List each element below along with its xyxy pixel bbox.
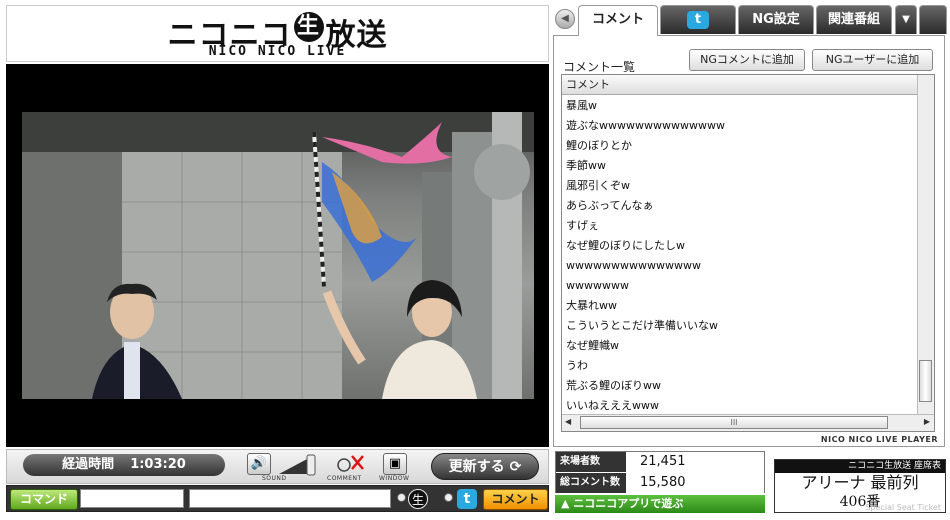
comment-list-panel: コメント一覧 NGコメントに追加 NGユーザーに追加 コメント 暴風w 遊ぶなw…	[553, 35, 945, 447]
window-icon[interactable]: ▣	[383, 453, 407, 475]
back-arrow-icon[interactable]: ◀	[555, 9, 575, 29]
scroll-left-arrow-icon[interactable]: ◀	[565, 417, 571, 426]
video-scene	[22, 112, 534, 399]
list-item[interactable]: こういうとこだけ準備いいなw	[566, 316, 718, 336]
command-button[interactable]: コマンド	[10, 489, 78, 510]
twitter-icon: t	[687, 11, 709, 29]
scroll-right-arrow-icon[interactable]: ▶	[924, 417, 930, 426]
list-item[interactable]: 風邪引くぞw	[566, 176, 630, 196]
radio-twitter[interactable]	[444, 493, 453, 502]
tab-comments[interactable]: コメント	[578, 5, 658, 36]
add-ng-user-button[interactable]: NGユーザーに追加	[812, 49, 933, 71]
list-item[interactable]: いいねえええwww	[566, 396, 659, 416]
seat-ticket[interactable]: ニコニコ生放送 座席表 アリーナ 最前列 406番 Special Seat T…	[774, 459, 946, 513]
send-comment-button[interactable]: コメント	[483, 489, 548, 510]
nico-app-link-label: ニコニコアプリで遊ぶ	[573, 497, 684, 510]
window-label: WINDOW	[379, 475, 410, 482]
logo-subtitle: NICO NICO LIVE	[208, 44, 347, 59]
logo-nama-mark: 生	[293, 12, 324, 42]
list-item[interactable]: あらぶってんなぁ	[566, 196, 653, 216]
video-player[interactable]	[6, 64, 549, 447]
volume-slider-icon[interactable]	[279, 454, 319, 476]
tab-ng-settings[interactable]: NG設定	[738, 5, 814, 34]
refresh-button[interactable]: 更新する ⟳	[431, 453, 539, 480]
player-control-bar: 経過時間 1:03:20 🔊 SOUND COMMENT ▣ WINDOW 更新す…	[6, 449, 549, 484]
list-item[interactable]: なぜ鯉幟w	[566, 336, 619, 356]
list-item[interactable]: wwwwwww	[566, 276, 629, 296]
comment-list-title: コメント一覧	[563, 60, 636, 74]
sound-toggle[interactable]: 🔊	[247, 453, 271, 475]
list-item[interactable]: 暴風w	[566, 96, 597, 116]
list-item[interactable]: wwwwwwwwwwwwwww	[566, 256, 701, 276]
nico-nico-live-logo: ニコニコ生放送 NICO NICO LIVE	[6, 5, 549, 62]
window-toggle[interactable]: ▣	[383, 453, 407, 475]
list-item[interactable]: 遊ぶなwwwwwwwwwwwwww	[566, 116, 725, 136]
ticket-seat: アリーナ 最前列	[801, 473, 919, 492]
comment-list-horizontal-scrollbar[interactable]: ◀ III ▶	[562, 414, 934, 431]
elapsed-label: 経過時間	[62, 457, 115, 472]
elapsed-time-display: 経過時間 1:03:20	[23, 454, 225, 476]
comment-off-icon[interactable]	[335, 453, 365, 475]
visitors-label: 来場者数	[556, 452, 626, 472]
horizontal-scroll-thumb[interactable]: III	[580, 416, 888, 429]
nama-icon: 生	[408, 489, 428, 509]
total-comments-label: 総コメント数	[556, 473, 626, 493]
video-frame	[22, 112, 534, 399]
tab-overflow[interactable]	[919, 5, 947, 34]
side-panel-tabs: ◀ コメント t NG設定 関連番組 ▼	[553, 5, 947, 36]
list-item[interactable]: うわ	[566, 356, 588, 376]
comment-input-bar: コマンド 生 t コメント	[6, 485, 549, 512]
comment-input[interactable]	[189, 489, 391, 508]
add-ng-comment-button[interactable]: NGコメントに追加	[689, 49, 805, 71]
sound-icon[interactable]: 🔊	[247, 453, 271, 475]
total-comments-count: 15,580	[626, 473, 764, 493]
list-item[interactable]: なぜ鯉のぼりにしたしw	[566, 236, 685, 256]
player-label: NICO NICO LIVE PLAYER	[820, 435, 938, 444]
command-input[interactable]	[80, 489, 184, 508]
list-item[interactable]: 大暴れww	[566, 296, 617, 316]
comment-list-vertical-scrollbar[interactable]	[917, 75, 934, 415]
nico-app-link[interactable]: ▲ ニコニコアプリで遊ぶ	[555, 495, 765, 513]
program-stats: 来場者数 21,451 総コメント数 15,580	[555, 451, 765, 493]
list-item[interactable]: 鯉のぼりとか	[566, 136, 632, 156]
sound-label: SOUND	[262, 475, 287, 482]
comment-list[interactable]: コメント 暴風w 遊ぶなwwwwwwwwwwwwww 鯉のぼりとか 季節ww 風…	[561, 74, 935, 432]
ticket-header: ニコニコ生放送 座席表	[775, 460, 945, 473]
visitors-count: 21,451	[626, 452, 764, 472]
dropdown-arrow-icon[interactable]: ▼	[895, 5, 917, 34]
list-item[interactable]: すげぇ	[566, 216, 599, 236]
refresh-label: 更新する	[448, 459, 505, 475]
radio-nico[interactable]	[397, 493, 406, 502]
comment-column-header[interactable]: コメント	[562, 75, 917, 95]
list-item[interactable]: 荒ぶる鯉のぼりww	[566, 376, 661, 396]
refresh-icon: ⟳	[509, 459, 522, 475]
ticket-footer: Special Seat Ticket	[865, 503, 941, 512]
list-item[interactable]: 季節ww	[566, 156, 606, 176]
vertical-scroll-thumb[interactable]	[919, 360, 932, 402]
comment-label: COMMENT	[327, 475, 362, 482]
tab-twitter[interactable]: t	[660, 5, 736, 34]
twitter-icon: t	[457, 489, 477, 509]
tab-related-programs[interactable]: 関連番組	[816, 5, 892, 34]
elapsed-time-value: 1:03:20	[130, 457, 186, 472]
